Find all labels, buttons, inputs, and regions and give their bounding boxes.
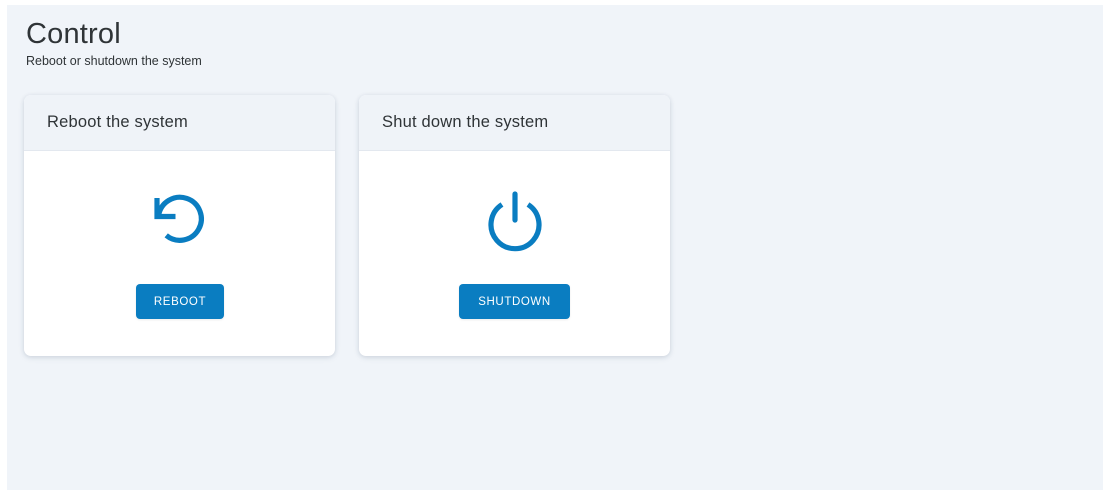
shutdown-card-header: Shut down the system xyxy=(359,95,670,151)
page-subtitle: Reboot or shutdown the system xyxy=(26,54,202,68)
shutdown-card: Shut down the system SHUTDOWN xyxy=(359,95,670,356)
reboot-card-title: Reboot the system xyxy=(47,113,188,131)
page-title: Control xyxy=(26,18,121,50)
restart-icon xyxy=(145,184,215,254)
content-panel: Control Reboot or shutdown the system Re… xyxy=(7,5,1103,490)
shutdown-card-title: Shut down the system xyxy=(382,113,549,131)
reboot-card-header: Reboot the system xyxy=(24,95,335,151)
shutdown-card-body: SHUTDOWN xyxy=(359,151,670,356)
reboot-button[interactable]: REBOOT xyxy=(136,284,224,319)
power-icon xyxy=(480,184,550,254)
reboot-card: Reboot the system REBOOT xyxy=(24,95,335,356)
shutdown-button[interactable]: SHUTDOWN xyxy=(459,284,570,319)
reboot-card-body: REBOOT xyxy=(24,151,335,356)
